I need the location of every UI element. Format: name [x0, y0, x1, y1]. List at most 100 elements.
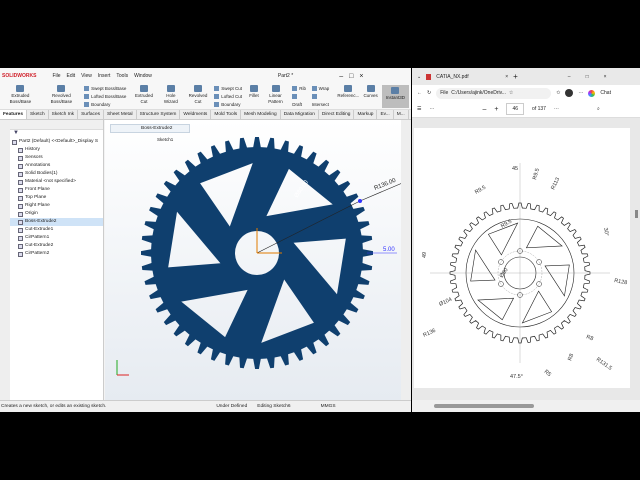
tab-m-[interactable]: M...	[394, 110, 409, 119]
vertical-scrollbar[interactable]	[635, 210, 638, 218]
tab-direct-editing[interactable]: Direct Editing	[319, 110, 355, 119]
menu-window[interactable]: Window	[134, 73, 152, 79]
intersect-button[interactable]: Intersect	[312, 93, 334, 109]
address-bar[interactable]: C:/Users/ajink/OneDriv...	[451, 90, 506, 96]
tree-item[interactable]: Cut-Extrude1	[10, 226, 103, 234]
refresh-icon[interactable]: ↻	[427, 90, 431, 96]
minimize-icon[interactable]: –	[339, 73, 343, 80]
tree-item[interactable]: Right Plane	[10, 202, 103, 210]
tree-item[interactable]: Top Plane	[10, 194, 103, 202]
favorite-icon[interactable]: ☆	[509, 90, 513, 96]
tab-sketch[interactable]: Sketch	[27, 110, 49, 119]
copilot-icon[interactable]	[588, 89, 596, 97]
tab-weldments[interactable]: Weldments	[180, 110, 212, 119]
diameter-dimension: Ø80.00	[294, 179, 311, 199]
close-icon[interactable]: ×	[604, 74, 607, 80]
tab-sketch-ink[interactable]: Sketch Ink	[49, 110, 79, 119]
tab-markup[interactable]: Markup	[354, 110, 378, 119]
filter-icon[interactable]: ▼	[10, 130, 103, 138]
menu-tools[interactable]: Tools	[116, 73, 128, 79]
tab-sheet-metal[interactable]: Sheet Metal	[104, 110, 137, 119]
tab-ev-[interactable]: Ev...	[377, 110, 394, 119]
instant3d-button[interactable]: Instant3D	[381, 85, 409, 108]
sprocket-model[interactable]: Ø80.00 R136.00 5.00	[105, 120, 401, 400]
label: Extruded Cut	[135, 93, 154, 104]
favorites-icon[interactable]: ✩	[556, 90, 560, 96]
curves-button[interactable]: Curves	[363, 85, 378, 108]
tree-item[interactable]: CirPattern2	[10, 250, 103, 258]
tree-item[interactable]: Solid Bodies(1)	[10, 170, 103, 178]
pdf-icon	[426, 73, 432, 80]
avatar[interactable]	[565, 89, 574, 97]
rib-button[interactable]: Rib	[292, 85, 307, 93]
more-icon[interactable]: ···	[578, 90, 583, 96]
wrap-button[interactable]: Wrap	[312, 85, 334, 93]
zoom-in-button[interactable]: +	[494, 106, 498, 113]
more-icon[interactable]: ···	[429, 106, 434, 112]
units-selector[interactable]: MMGS	[321, 404, 336, 409]
fillet-button[interactable]: Fillet	[249, 85, 259, 108]
tree-item[interactable]: Material <not specified>	[10, 178, 103, 186]
task-pane-strip[interactable]	[401, 120, 411, 400]
swept-boss-button[interactable]: Swept Boss/Base	[84, 85, 128, 93]
horizontal-scrollbar[interactable]	[412, 400, 640, 412]
draft-button[interactable]: Draft	[292, 93, 307, 109]
tree-item-label: Origin	[25, 211, 38, 216]
menu-file[interactable]: File	[52, 73, 60, 79]
tree-item[interactable]: CirPattern1	[10, 234, 103, 242]
extruded-cut-button[interactable]: Extruded Cut	[132, 85, 156, 108]
more-icon[interactable]: ···	[554, 106, 559, 112]
lofted-boss-button[interactable]: Lofted Boss/Base	[84, 93, 128, 101]
maximize-icon[interactable]: □	[586, 74, 589, 80]
tree-item[interactable]: History	[10, 146, 103, 154]
tab-title[interactable]: CATIA_NX.pdf	[436, 74, 500, 80]
menu-edit[interactable]: Edit	[67, 73, 76, 79]
feature-icon	[18, 155, 23, 161]
drawing-dimension-label: 45	[512, 166, 518, 172]
reference-geometry-button[interactable]: Referenc...	[337, 85, 359, 108]
tree-item[interactable]: Annotations	[10, 162, 103, 170]
close-icon[interactable]: ×	[359, 73, 363, 80]
new-tab-icon[interactable]: +	[513, 72, 518, 81]
contents-icon[interactable]: ☰	[417, 106, 421, 112]
back-icon[interactable]: ←	[417, 90, 422, 96]
tree-item[interactable]: Part2 (Default) <<Default>_Display S	[10, 138, 103, 146]
tab-surfaces[interactable]: Surfaces	[78, 110, 105, 119]
menu-view[interactable]: View	[81, 73, 92, 79]
tab-features[interactable]: Features	[0, 110, 27, 119]
close-tab-icon[interactable]: ×	[505, 74, 508, 80]
minimize-icon[interactable]: –	[568, 74, 571, 80]
tree-item[interactable]: Sensors	[10, 154, 103, 162]
address-prefix: File	[440, 90, 449, 96]
chat-button[interactable]: Chat	[600, 90, 611, 96]
lofted-cut-button[interactable]: Lofted Cut	[214, 93, 245, 101]
tab-mold-tools[interactable]: Mold Tools	[211, 110, 242, 119]
menu-insert[interactable]: Insert	[98, 73, 111, 79]
tab-structure-system[interactable]: Structure System	[137, 110, 181, 119]
search-icon[interactable]: ⌕	[597, 106, 600, 112]
maximize-icon[interactable]: □	[349, 73, 353, 80]
drawing-dimension-label: R5	[543, 369, 552, 378]
tree-item[interactable]: Boss-Extrude2	[10, 218, 103, 226]
manager-tabs[interactable]	[10, 120, 103, 130]
tab-data-migration[interactable]: Data Migration	[281, 110, 319, 119]
label: Referenc...	[337, 93, 360, 98]
tab-list-icon[interactable]: ⌄	[417, 74, 421, 80]
feature-icon	[18, 195, 23, 201]
revolved-boss-button[interactable]: Revolved Boss/Base	[43, 85, 80, 108]
graphics-viewport[interactable]: Boss-Extrude2 Sketch1 Ø80.00 R136.00 5.00	[105, 120, 401, 400]
zoom-out-button[interactable]: –	[482, 106, 486, 113]
linear-pattern-button[interactable]: Linear Pattern	[263, 85, 288, 108]
page-number-input[interactable]: 46	[506, 103, 525, 115]
tree-item-label: Boss-Extrude2	[25, 219, 57, 224]
tree-item[interactable]: Front Plane	[10, 186, 103, 194]
scrollbar-thumb[interactable]	[434, 404, 534, 408]
extruded-boss-button[interactable]: Extruded Boss/Base	[2, 85, 39, 108]
swept-cut-button[interactable]: Swept Cut	[214, 85, 245, 93]
tab-mesh-modeling[interactable]: Mesh Modeling	[241, 110, 281, 119]
tree-item[interactable]: Origin	[10, 210, 103, 218]
pdf-viewer[interactable]: 45 R9.5 R9.5 R113 R9.5 30° 49 Ø80 Ø104 R128 R136 R8…	[412, 118, 640, 400]
hole-wizard-button[interactable]: Hole Wizard	[160, 85, 182, 108]
revolved-cut-button[interactable]: Revolved Cut	[186, 85, 210, 108]
tree-item[interactable]: Cut-Extrude2	[10, 242, 103, 250]
